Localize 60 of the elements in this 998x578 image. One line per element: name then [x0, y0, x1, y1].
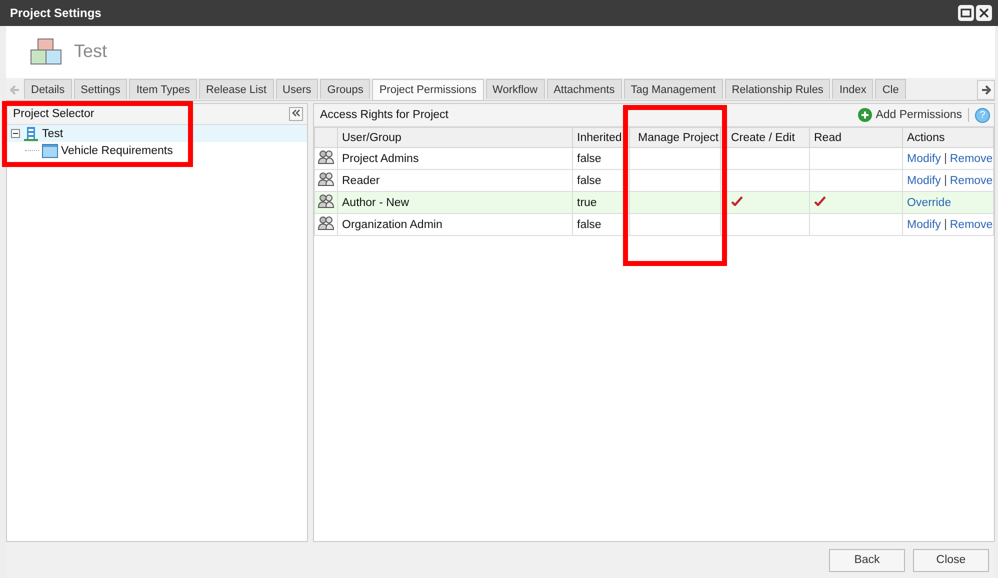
- maximize-button[interactable]: [958, 5, 974, 21]
- tree-item[interactable]: Vehicle Requirements: [21, 142, 177, 159]
- checkmark-icon: [814, 196, 826, 206]
- left-arrow-icon: [10, 85, 20, 95]
- panel-title: Access Rights for Project: [320, 109, 448, 121]
- tab[interactable]: Workflow: [486, 79, 545, 99]
- project-name: Test: [74, 40, 108, 62]
- checkmark-icon: [731, 196, 743, 206]
- tab[interactable]: Relationship Rules: [724, 79, 830, 99]
- tab[interactable]: Details: [24, 79, 72, 99]
- action-link[interactable]: Remove: [950, 174, 993, 186]
- maximize-icon: [960, 7, 972, 19]
- action-link[interactable]: Modify: [907, 152, 941, 164]
- panel-title: Project Selector: [13, 108, 94, 120]
- users-icon: [318, 194, 334, 208]
- tab[interactable]: Attachments: [546, 79, 622, 99]
- action-link[interactable]: Remove: [950, 218, 993, 230]
- footer-button[interactable]: Back: [829, 548, 905, 572]
- collapse-icon[interactable]: [11, 129, 20, 138]
- tab[interactable]: Settings: [74, 79, 128, 99]
- column-header: Manage Project: [630, 128, 720, 148]
- tree-item[interactable]: Test: [7, 125, 307, 142]
- add-permissions-button[interactable]: Add Permissions: [858, 108, 962, 122]
- users-icon: [318, 216, 334, 230]
- collapse-button[interactable]: [289, 107, 303, 121]
- window-icon: [42, 142, 58, 158]
- action-link[interactable]: Modify: [907, 218, 941, 230]
- column-header: Actions: [902, 128, 994, 148]
- tab[interactable]: Groups: [320, 79, 370, 99]
- double-chevron-icon: [292, 109, 300, 117]
- tree-label: Vehicle Requirements: [61, 144, 173, 156]
- tab[interactable]: Project Permissions: [372, 79, 484, 100]
- users-icon: [318, 172, 334, 186]
- tab[interactable]: Tag Management: [624, 79, 723, 99]
- table-cell: Project Admins: [338, 148, 572, 170]
- close-icon: [978, 7, 990, 19]
- footer-button[interactable]: Close: [913, 548, 989, 572]
- table-cell: false: [572, 214, 630, 236]
- table-cell: Author - New: [338, 192, 572, 214]
- tab[interactable]: Item Types: [129, 79, 197, 99]
- tree-label: Test: [42, 128, 64, 140]
- column-header: User/Group: [338, 128, 572, 148]
- table-cell: false: [572, 148, 630, 170]
- scroll-right-button[interactable]: [977, 80, 995, 100]
- building-icon: [23, 126, 39, 142]
- table-cell: Organization Admin: [338, 214, 572, 236]
- action-link[interactable]: Modify: [907, 174, 941, 186]
- right-arrow-icon: [981, 85, 991, 95]
- close-button[interactable]: [976, 5, 992, 21]
- column-header: Read: [810, 128, 902, 148]
- action-link[interactable]: Remove: [950, 152, 993, 164]
- users-icon: [318, 150, 334, 164]
- window-title: Project Settings: [10, 6, 102, 20]
- tab[interactable]: Index: [832, 79, 874, 99]
- plus-icon: [858, 108, 872, 122]
- tab[interactable]: Release List: [198, 79, 274, 99]
- tab[interactable]: Users: [276, 79, 318, 99]
- tab[interactable]: Cle: [875, 79, 906, 99]
- column-header: Create / Edit: [720, 128, 810, 148]
- blocks-icon: [30, 36, 62, 66]
